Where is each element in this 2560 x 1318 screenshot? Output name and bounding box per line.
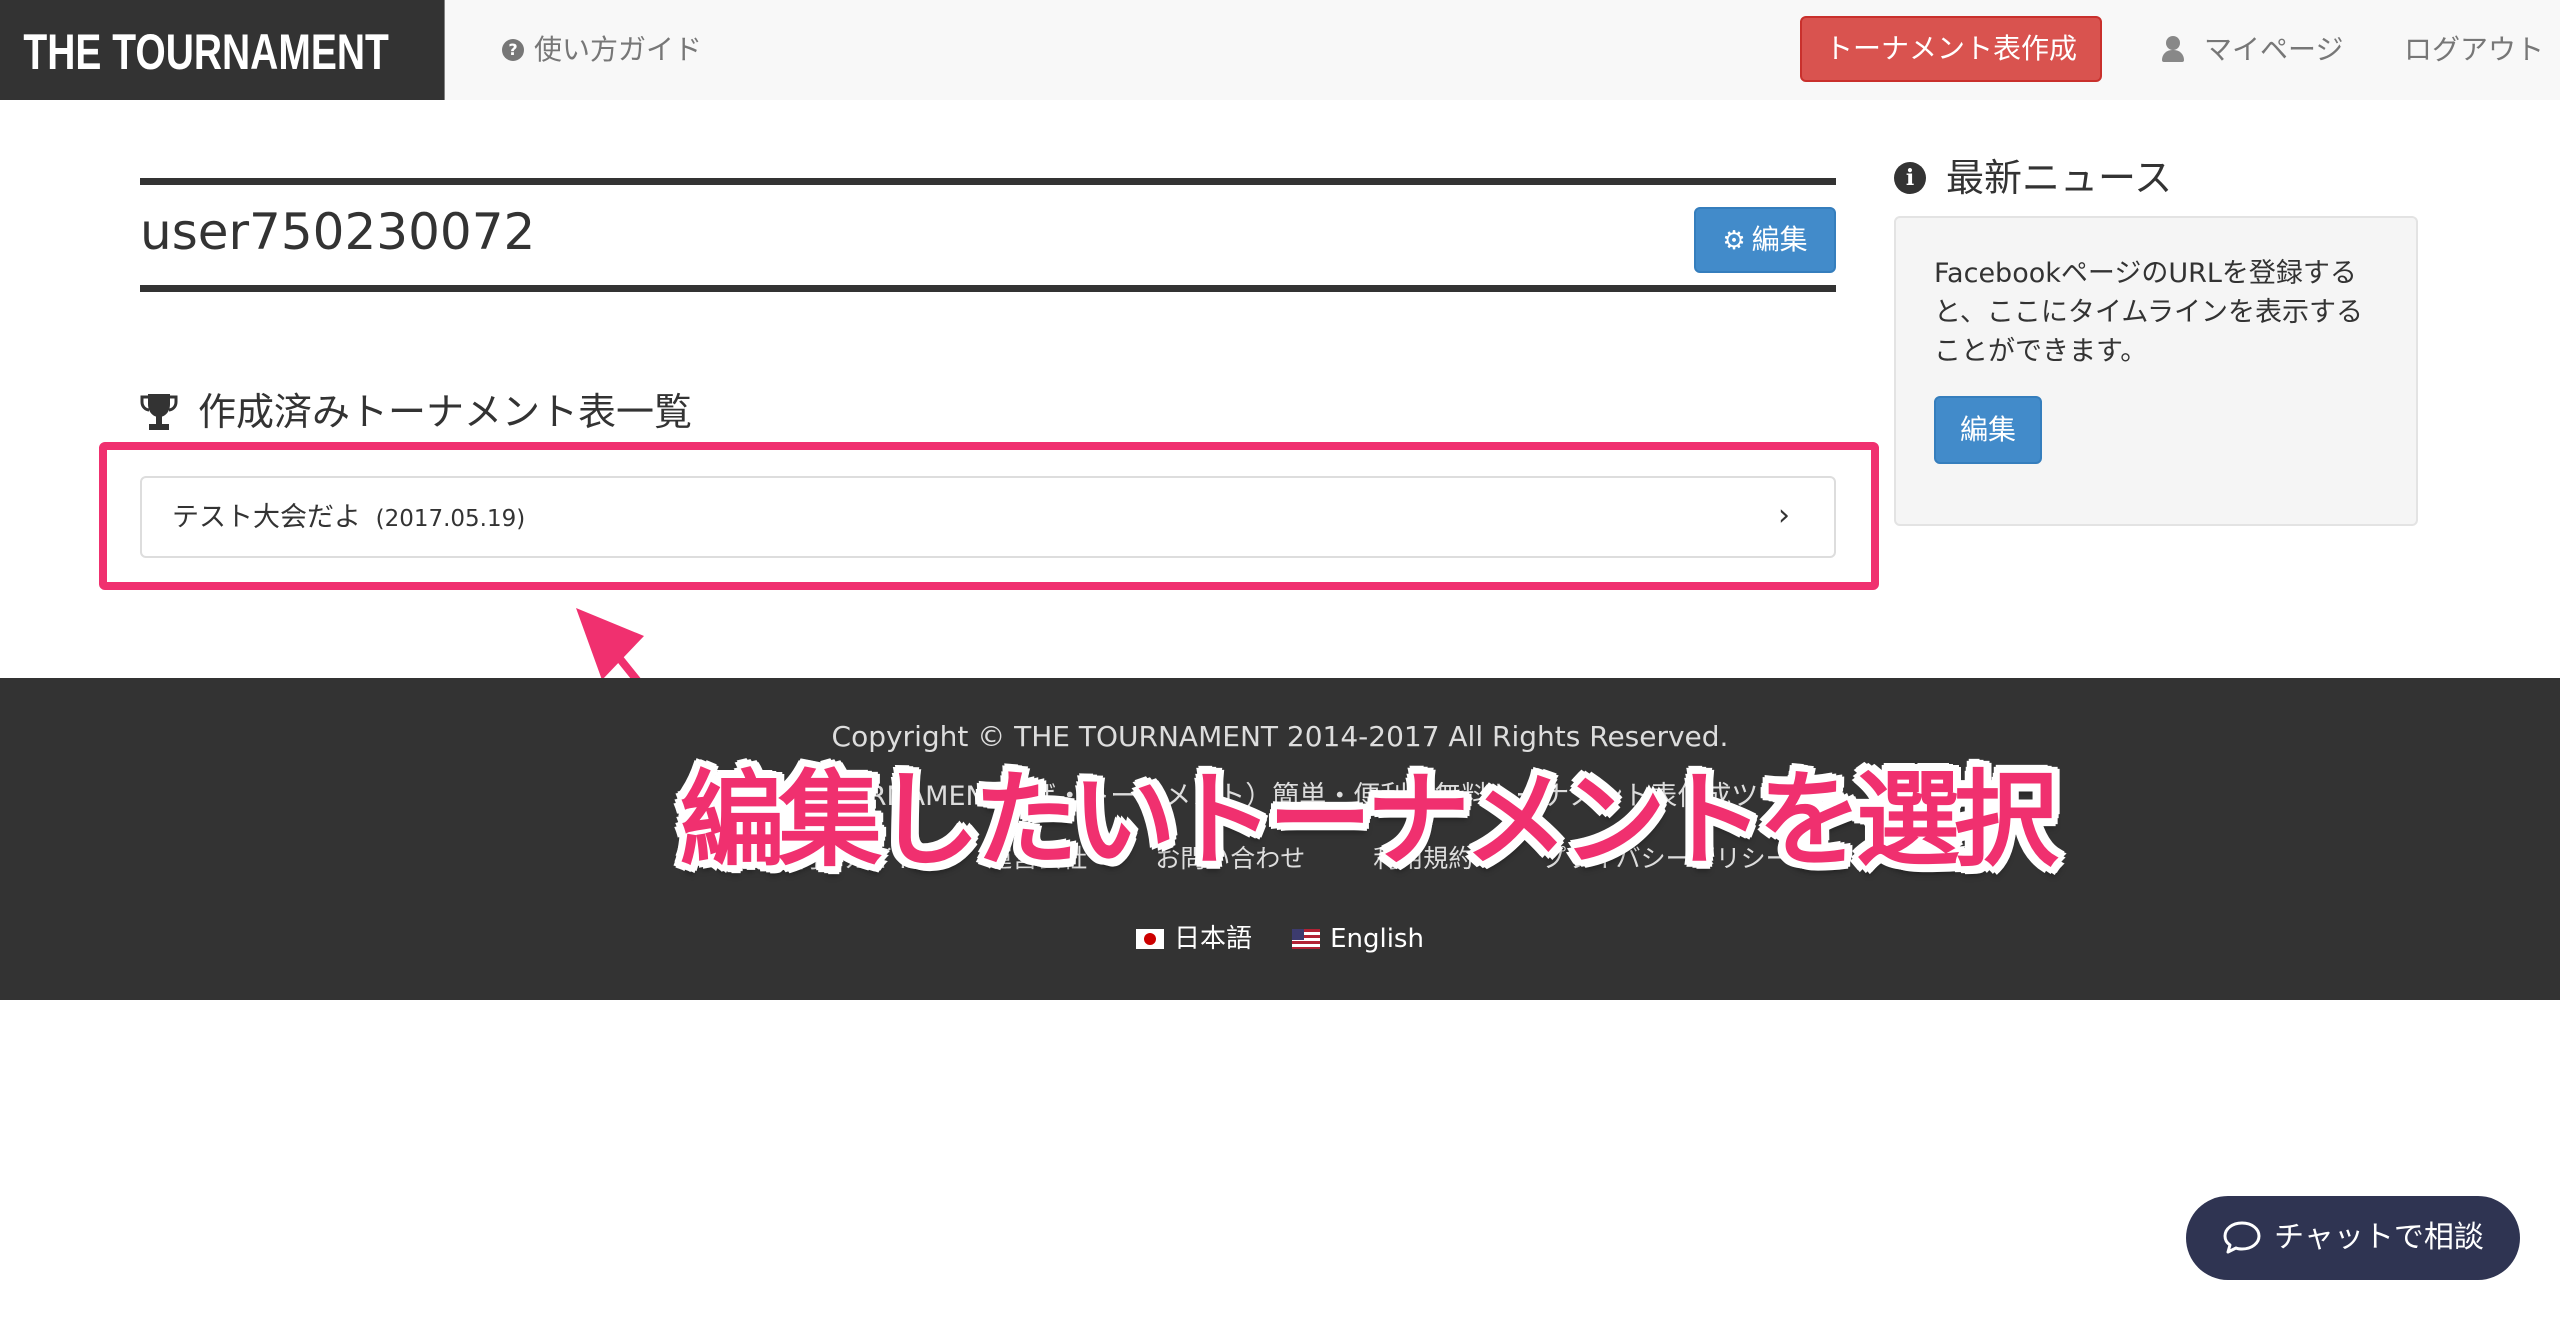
brand-logo[interactable]: THE TOURNAMENT: [0, 0, 445, 100]
username-title: user750230072: [140, 203, 536, 261]
top-navbar: THE TOURNAMENT ? 使い方ガイド トーナメント表作成 マイページ …: [0, 0, 2560, 100]
language-japanese[interactable]: 日本語: [1136, 918, 1252, 960]
tournament-list-heading: 作成済みトーナメント表一覧: [140, 384, 692, 440]
tournament-list-title: 作成済みトーナメント表一覧: [198, 390, 693, 434]
create-tournament-button[interactable]: トーナメント表作成: [1800, 16, 2102, 82]
highlight-frame: [99, 442, 1879, 590]
news-panel: FacebookページのURLを登録すると、ここにタイムラインを表示することがで…: [1894, 216, 2418, 526]
news-heading: i 最新ニュース: [1894, 150, 2172, 206]
footer-copyright: Copyright © THE TOURNAMENT 2014-2017 All…: [831, 720, 1729, 753]
nav-mypage-label: マイページ: [2204, 33, 2344, 66]
annotation-caption: 編集したいトーナメントを選択: [680, 759, 2058, 881]
nav-logout-link[interactable]: ログアウト: [2404, 28, 2544, 72]
news-text: FacebookページのURLを登録すると、ここにタイムラインを表示することがで…: [1934, 258, 2364, 367]
info-circle-icon: i: [1894, 162, 1926, 194]
language-japanese-label: 日本語: [1174, 924, 1253, 954]
nav-guide-label: 使い方ガイド: [534, 33, 703, 66]
question-circle-icon: ?: [502, 39, 524, 61]
edit-profile-button[interactable]: ⚙ 編集: [1694, 207, 1836, 273]
language-switcher: 日本語 English: [0, 918, 2560, 960]
profile-header: user750230072 ⚙ 編集: [140, 178, 1836, 292]
nav-mypage-link[interactable]: マイページ: [2160, 28, 2343, 72]
trophy-icon: [140, 394, 178, 430]
jp-flag-icon: [1136, 929, 1165, 949]
gear-icon: ⚙: [1722, 226, 1746, 256]
us-flag-icon: [1292, 929, 1321, 949]
chat-button-label: チャットで相談: [2274, 1220, 2484, 1255]
chat-bubble-icon: [2223, 1221, 2261, 1254]
language-english-label: English: [1330, 924, 1424, 954]
user-icon: [2160, 36, 2186, 64]
chat-button[interactable]: チャットで相談: [2186, 1196, 2520, 1280]
edit-news-button[interactable]: 編集: [1934, 396, 2042, 464]
edit-profile-label: 編集: [1751, 223, 1808, 256]
nav-guide-link[interactable]: ? 使い方ガイド: [502, 28, 702, 72]
language-english[interactable]: English: [1292, 918, 1424, 960]
news-title: 最新ニュース: [1946, 156, 2173, 200]
